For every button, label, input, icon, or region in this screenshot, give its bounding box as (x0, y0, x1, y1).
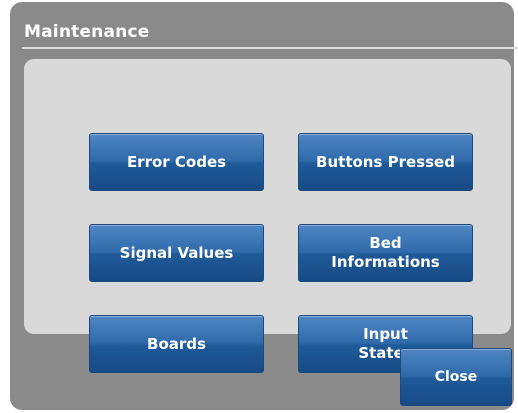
dialog-title: Maintenance (24, 22, 150, 42)
close-button[interactable]: Close (400, 348, 512, 406)
title-divider (22, 47, 518, 49)
buttons-pressed-button[interactable]: Buttons Pressed (298, 133, 473, 191)
signal-values-button[interactable]: Signal Values (89, 224, 264, 282)
button-panel: Error Codes Buttons Pressed Signal Value… (24, 59, 511, 373)
maintenance-dialog: Maintenance Error Codes Buttons Pressed … (10, 2, 518, 410)
boards-button[interactable]: Boards (89, 315, 264, 373)
bed-informations-button[interactable]: Bed Informations (298, 224, 473, 282)
error-codes-button[interactable]: Error Codes (89, 133, 264, 191)
